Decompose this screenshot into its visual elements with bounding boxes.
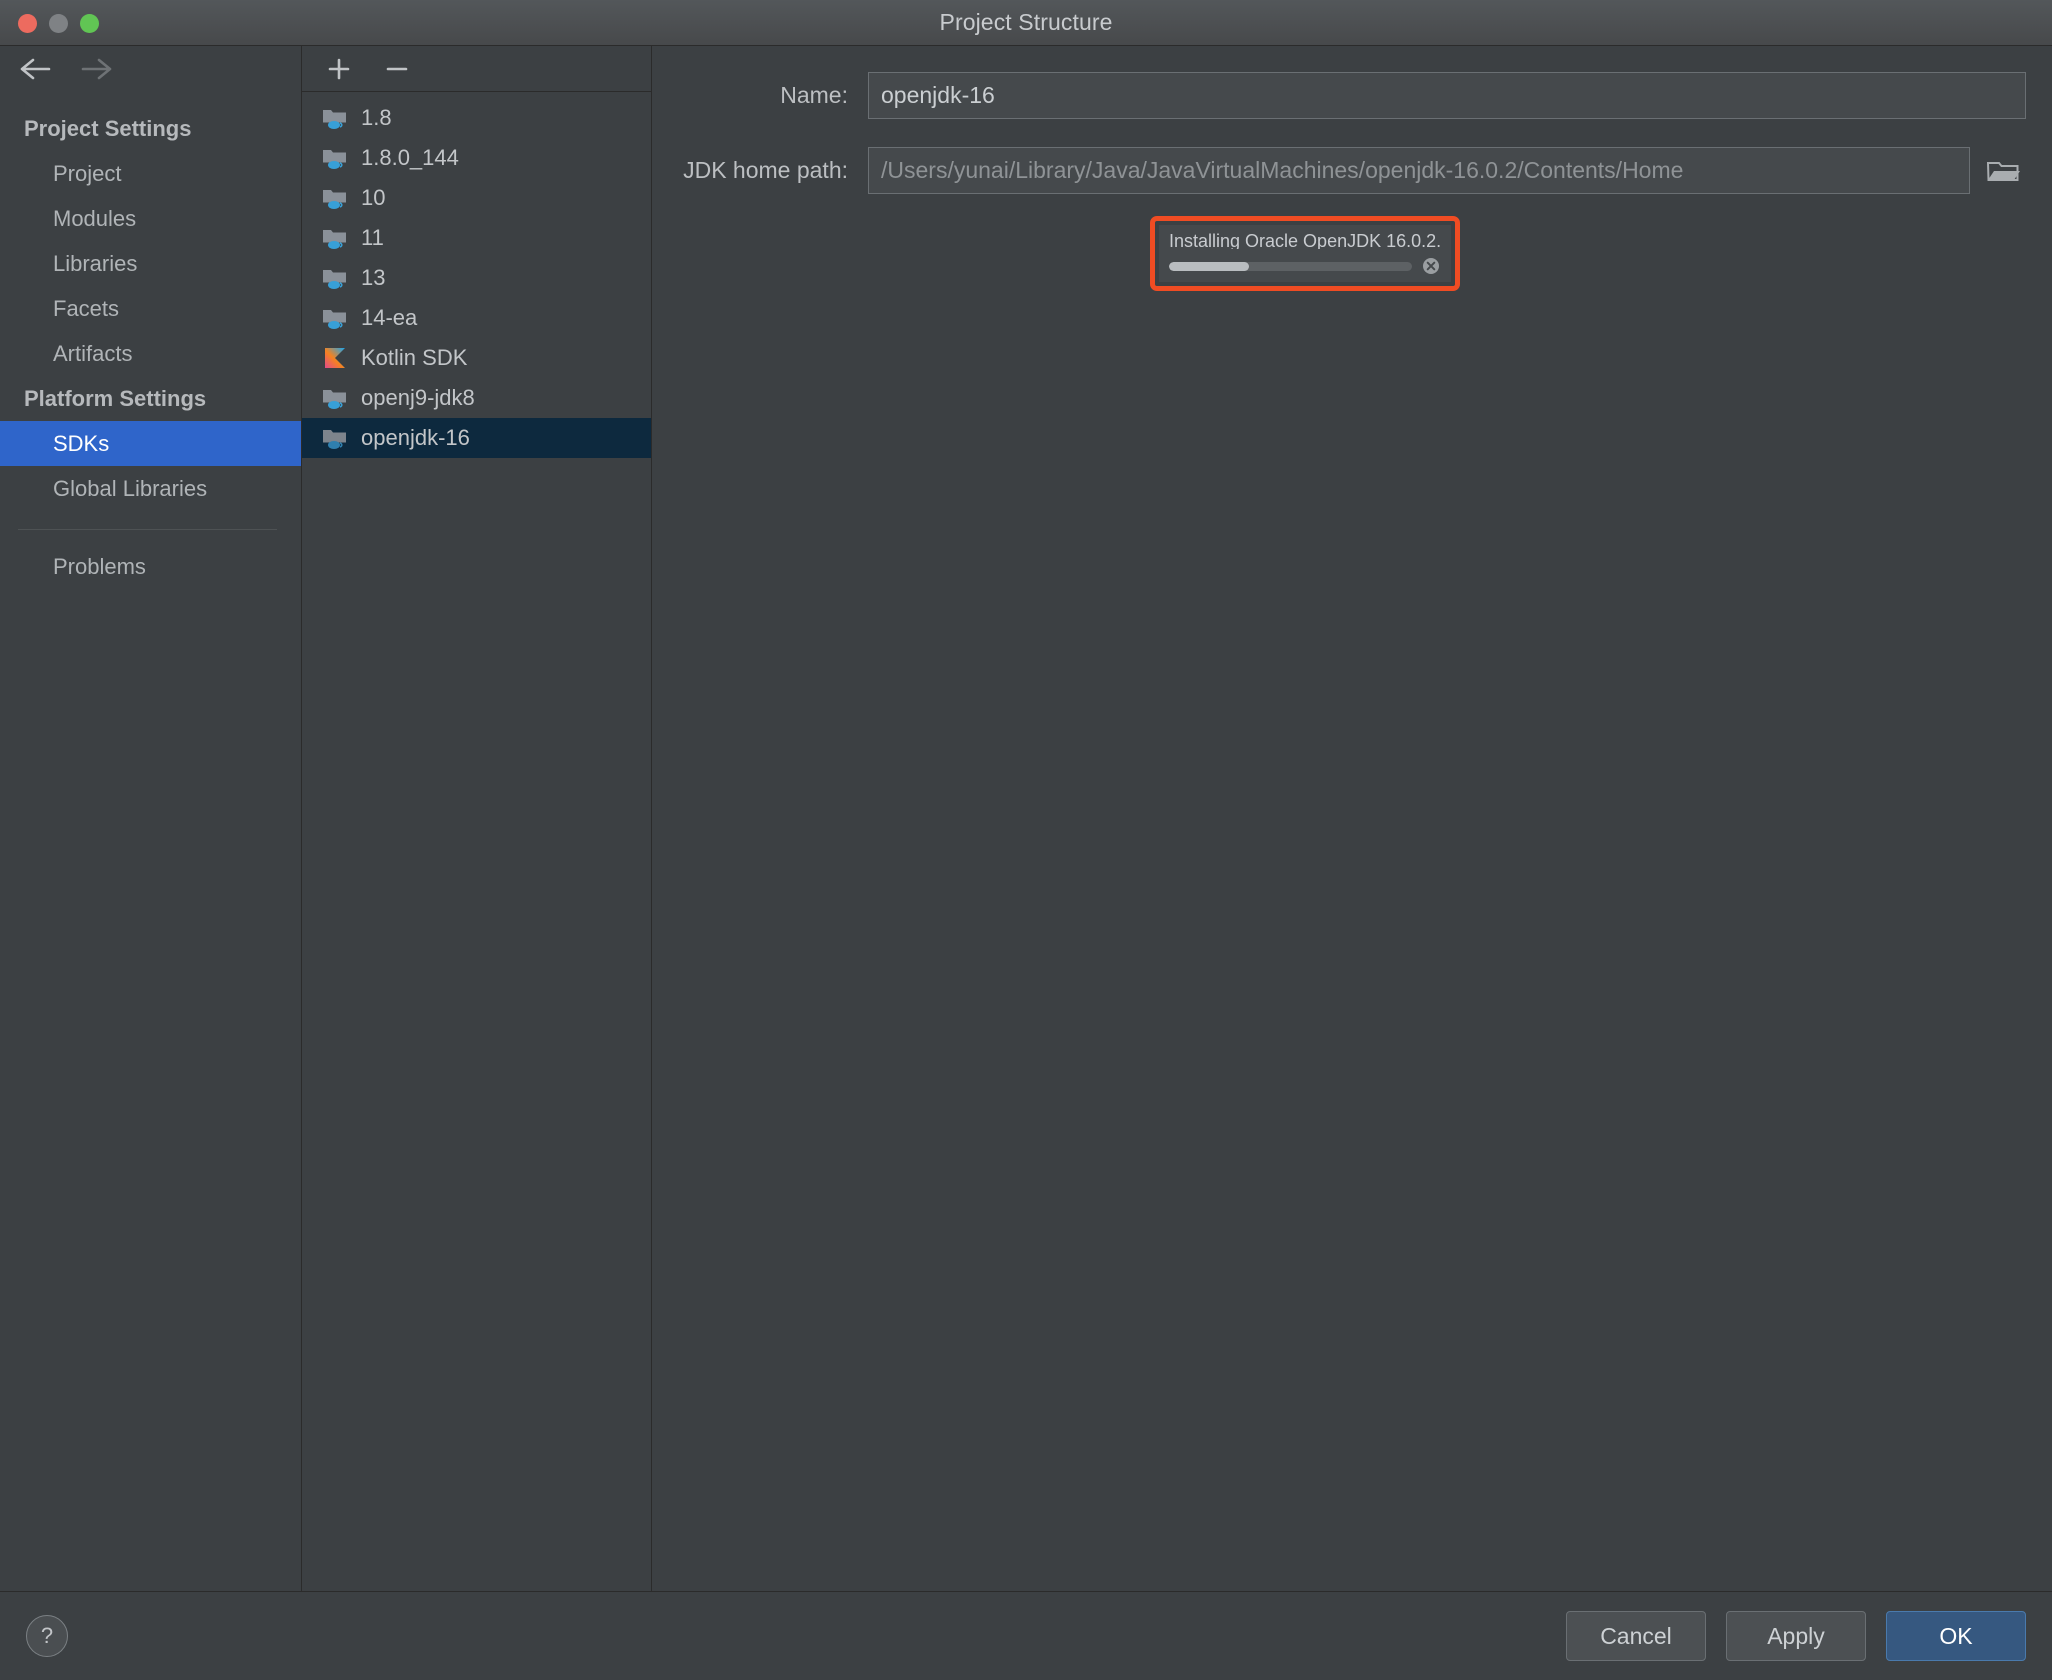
sdk-name-input[interactable]: openjdk-16 (868, 72, 2026, 119)
install-progress-bar (1169, 261, 1412, 271)
jdk-folder-icon (322, 225, 348, 251)
jdk-home-path-input[interactable]: /Users/yunai/Library/Java/JavaVirtualMac… (868, 147, 1970, 194)
arrow-right-icon[interactable] (80, 54, 114, 84)
arrow-left-icon[interactable] (18, 54, 52, 84)
sdk-list-item-kotlin-sdk[interactable]: Kotlin SDK (302, 338, 651, 378)
sdk-list-column: 1.8 1.8.0_144 10 11 13 14-ea Kotlin SDK … (302, 46, 652, 1591)
sdk-list-item-1-8-0-144[interactable]: 1.8.0_144 (302, 138, 651, 178)
sidebar-item-libraries[interactable]: Libraries (0, 241, 301, 286)
name-field-row: Name: openjdk-16 (678, 72, 2026, 119)
jdk-folder-icon (322, 145, 348, 171)
sidebar-group-platform-settings: Platform Settings (24, 386, 207, 411)
cancel-button[interactable]: Cancel (1566, 1611, 1706, 1661)
sdk-toolbar (302, 46, 651, 92)
jdk-home-path-label: JDK home path: (683, 157, 848, 183)
minimize-window-icon[interactable] (49, 13, 68, 33)
sdk-list-item-openjdk-16[interactable]: openjdk-16 (302, 418, 651, 458)
remove-sdk-button[interactable] (380, 52, 414, 86)
jdk-folder-icon (322, 305, 348, 331)
close-window-icon[interactable] (18, 13, 37, 33)
project-structure-window: Project Structure Project Settings Proje… (0, 0, 2052, 1680)
install-progress-label: Installing Oracle OpenJDK 16.0.2... (1169, 231, 1441, 249)
sdk-list: 1.8 1.8.0_144 10 11 13 14-ea Kotlin SDK … (302, 92, 651, 458)
sidebar-item-artifacts[interactable]: Artifacts (0, 331, 301, 376)
install-progress-popup: Installing Oracle OpenJDK 16.0.2... (1159, 225, 1451, 282)
jdk-folder-icon (322, 185, 348, 211)
dialog-footer: ? Cancel Apply OK (0, 1592, 2052, 1680)
traffic-lights (18, 0, 99, 46)
sidebar-group-project-settings: Project Settings (24, 116, 192, 141)
sdk-list-item-10[interactable]: 10 (302, 178, 651, 218)
sdk-list-item-label: 1.8.0_144 (361, 145, 459, 170)
sidebar-item-problems[interactable]: Problems (0, 544, 301, 589)
sidebar-list: Project Settings Project Modules Librari… (0, 92, 301, 589)
sdk-list-item-label: 11 (361, 225, 384, 250)
jdk-folder-icon (322, 425, 348, 451)
sidebar-item-global-libraries[interactable]: Global Libraries (0, 466, 301, 511)
install-progress-highlight: Installing Oracle OpenJDK 16.0.2... (1150, 216, 1460, 291)
jdk-folder-icon (322, 105, 348, 131)
apply-button[interactable]: Apply (1726, 1611, 1866, 1661)
sdk-list-item-label: 1.8 (361, 105, 392, 130)
sdk-list-item-label: Kotlin SDK (361, 345, 468, 370)
sdk-list-item-label: 10 (361, 185, 386, 210)
dialog-body: Project Settings Project Modules Librari… (0, 46, 2052, 1592)
jdk-folder-icon (322, 385, 348, 411)
install-progress-line (1169, 256, 1441, 276)
jdk-folder-icon (322, 265, 348, 291)
zoom-window-icon[interactable] (80, 13, 99, 33)
sidebar-divider (18, 529, 277, 530)
sidebar-item-modules[interactable]: Modules (0, 196, 301, 241)
name-label: Name: (780, 82, 848, 108)
sdk-list-item-11[interactable]: 11 (302, 218, 651, 258)
sdk-list-item-label: openjdk-16 (361, 425, 470, 450)
add-sdk-button[interactable] (322, 52, 356, 86)
sidebar-item-project[interactable]: Project (0, 151, 301, 196)
install-progress-fill (1169, 261, 1250, 271)
sdk-list-item-label: openj9-jdk8 (361, 385, 475, 410)
sdk-list-item-14-ea[interactable]: 14-ea (302, 298, 651, 338)
sdk-list-item-openj9-jdk8[interactable]: openj9-jdk8 (302, 378, 651, 418)
kotlin-sdk-icon (322, 345, 348, 371)
sdk-list-item-label: 13 (361, 265, 386, 290)
ok-button[interactable]: OK (1886, 1611, 2026, 1661)
folder-browse-icon[interactable] (1980, 147, 2026, 194)
settings-sidebar: Project Settings Project Modules Librari… (0, 46, 302, 1591)
title-bar: Project Structure (0, 0, 2052, 46)
help-button[interactable]: ? (26, 1615, 68, 1657)
sdk-list-item-label: 14-ea (361, 305, 418, 330)
sdk-list-item-13[interactable]: 13 (302, 258, 651, 298)
window-title: Project Structure (939, 9, 1113, 35)
sidebar-item-facets[interactable]: Facets (0, 286, 301, 331)
sdk-list-item-1-8[interactable]: 1.8 (302, 98, 651, 138)
cancel-circle-icon[interactable] (1421, 256, 1441, 276)
sidebar-nav-bar (0, 46, 301, 92)
sdk-detail-pane: Name: openjdk-16 JDK home path: /Users/y… (652, 46, 2052, 1591)
sidebar-item-sdks[interactable]: SDKs (0, 421, 301, 466)
jdk-home-path-row: JDK home path: /Users/yunai/Library/Java… (678, 147, 2026, 194)
